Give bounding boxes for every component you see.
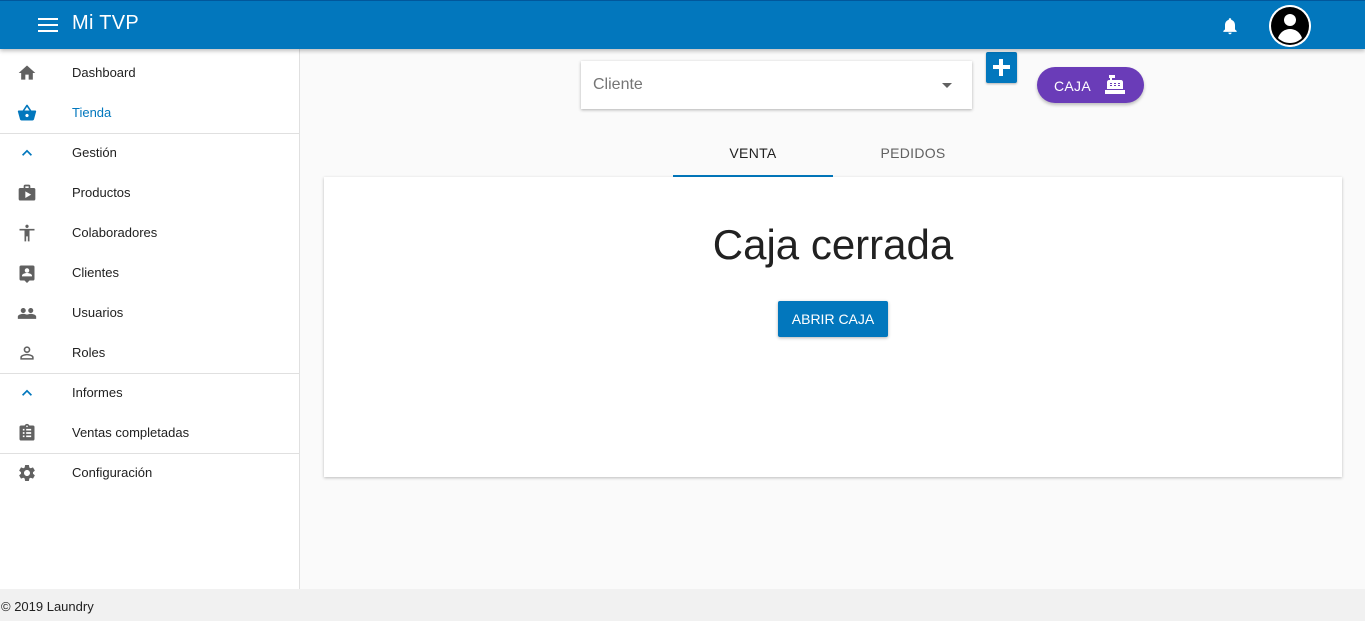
- sidebar-item-dashboard[interactable]: Dashboard: [0, 53, 299, 93]
- sidebar-item-roles[interactable]: Roles: [0, 333, 299, 373]
- app-title: Mi TVP: [72, 12, 139, 34]
- add-client-button[interactable]: [986, 52, 1017, 83]
- accessibility-icon: [19, 224, 35, 242]
- person-icon: [20, 346, 34, 360]
- sidebar-item-gestion[interactable]: Gestión: [0, 133, 299, 173]
- sidebar: Dashboard Tienda Gestión Productos Colab…: [0, 49, 300, 589]
- sidebar-item-label: Gestión: [72, 145, 117, 160]
- people-icon: [17, 308, 37, 319]
- sidebar-item-label: Clientes: [72, 265, 119, 280]
- gear-icon: [19, 465, 35, 481]
- sidebar-item-informes[interactable]: Informes: [0, 373, 299, 413]
- footer: © 2019 Laundry: [0, 589, 1365, 621]
- sidebar-item-label: Roles: [72, 345, 106, 360]
- chevron-up-icon: [22, 389, 32, 396]
- sidebar-item-label: Ventas completadas: [72, 425, 190, 440]
- sidebar-item-label: Tienda: [72, 105, 112, 120]
- bell-icon[interactable]: [1220, 15, 1240, 37]
- contact-icon: [19, 265, 35, 283]
- sidebar-item-colaboradores[interactable]: Colaboradores: [0, 213, 299, 253]
- caja-button-label: CAJA: [1054, 78, 1091, 94]
- sidebar-item-tienda[interactable]: Tienda: [0, 93, 299, 133]
- open-caja-button[interactable]: ABRIR CAJA: [778, 301, 888, 337]
- sidebar-item-label: Productos: [72, 185, 131, 200]
- clipboard-list-icon: [19, 423, 35, 441]
- sidebar-item-label: Dashboard: [72, 65, 136, 80]
- sidebar-item-label: Informes: [72, 385, 123, 400]
- basket-icon: [17, 104, 37, 121]
- app-bar: Mi TVP: [0, 0, 1365, 49]
- home-icon: [18, 65, 36, 80]
- client-select-placeholder: Cliente: [593, 76, 643, 93]
- sidebar-item-label: Configuración: [72, 465, 153, 480]
- sidebar-item-configuracion[interactable]: Configuración: [0, 453, 299, 493]
- caja-button[interactable]: CAJA: [1037, 67, 1144, 103]
- briefcase-play-icon: [18, 184, 36, 201]
- menu-icon[interactable]: [38, 18, 58, 32]
- caja-status-card: Caja cerrada ABRIR CAJA: [324, 177, 1342, 477]
- sidebar-item-clientes[interactable]: Clientes: [0, 253, 299, 293]
- sidebar-item-ventas-completadas[interactable]: Ventas completadas: [0, 413, 299, 453]
- cash-register-icon: [1105, 75, 1125, 94]
- caja-status-title: Caja cerrada: [712, 221, 954, 268]
- sidebar-item-label: Colaboradores: [72, 225, 158, 240]
- client-select[interactable]: Cliente: [581, 61, 972, 109]
- chevron-up-icon: [22, 149, 32, 156]
- chevron-down-icon: [942, 83, 952, 88]
- tab-venta[interactable]: VENTA: [673, 130, 833, 177]
- sidebar-item-label: Usuarios: [72, 305, 124, 320]
- footer-copyright: © 2019 Laundry: [1, 599, 94, 614]
- tab-pedidos[interactable]: PEDIDOS: [833, 130, 993, 177]
- sidebar-item-usuarios[interactable]: Usuarios: [0, 293, 299, 333]
- sidebar-item-productos[interactable]: Productos: [0, 173, 299, 213]
- account-circle-icon[interactable]: [1269, 5, 1311, 47]
